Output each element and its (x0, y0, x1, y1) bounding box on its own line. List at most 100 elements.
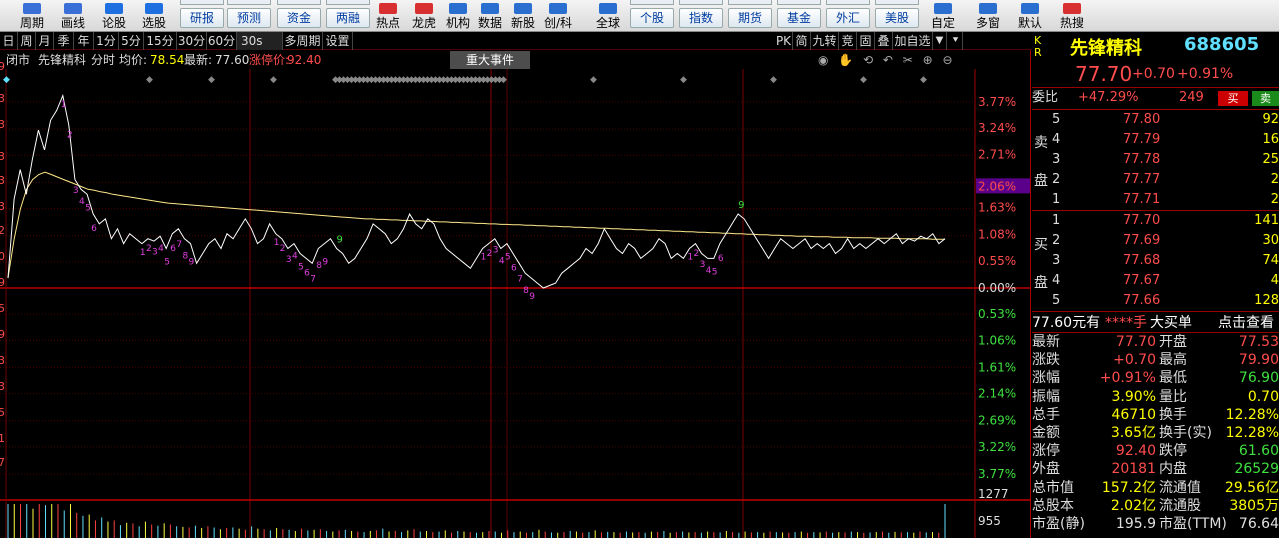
big-order-row[interactable]: 77.60元有 ****手 大买单 点击查看 (1032, 313, 1279, 333)
period-6[interactable]: 5分 (119, 32, 144, 50)
toolbar-label: 自定 (930, 16, 955, 30)
toolbar-btn-globe[interactable]: 全球 (590, 0, 626, 32)
toolbar-btn-star-board[interactable]: 创/科 (540, 0, 576, 32)
td-count-label: 6 (718, 254, 724, 264)
stat-value: 12.28% (1225, 425, 1279, 441)
chart-option-3[interactable]: 竞 (839, 32, 857, 50)
stat-label: 最高 (1159, 352, 1187, 369)
order-book-row[interactable]: 2 77.69 30 (1032, 231, 1279, 251)
toolbar-btn-select-stock[interactable]: 选股 (136, 0, 172, 32)
stat-label: 振幅 (1032, 388, 1060, 405)
period-9[interactable]: 60分 (207, 32, 237, 50)
order-book-row[interactable]: 3 77.68 74 (1032, 251, 1279, 271)
chart-option-6[interactable]: 加自选 (893, 32, 933, 50)
stat-label: 量比 (1159, 388, 1187, 405)
intraday-chart[interactable]: 3.77% 3.24% 2.71% 2.06% 1.63% 1.08% 0.55% 0.00%… (0, 32, 1031, 538)
period-1[interactable]: 周 (18, 32, 36, 50)
intraday-chart-panel[interactable]: 3.77% 3.24% 2.71% 2.06% 1.63% 1.08% 0.55% 0.00%… (0, 32, 1031, 538)
axis-label-down: 1.06% (978, 333, 1016, 347)
period-0[interactable]: 日 (0, 32, 18, 50)
toolbar-btn-new-stock[interactable]: 新股 (505, 0, 541, 32)
order-book-row[interactable]: 5 77.80 92 (1032, 110, 1279, 130)
order-level: 5 (1052, 112, 1061, 127)
toolbar-btn-pen[interactable]: 画线 (55, 0, 91, 32)
chart-option-0[interactable]: PK (775, 32, 793, 50)
toolbar-btn-hot-search[interactable]: 热搜 (1054, 0, 1090, 32)
toolbar-btn-cycle[interactable]: 周期 (14, 0, 50, 32)
period-11[interactable]: 多周期 (283, 32, 323, 50)
stat-value: 3805万 (1229, 497, 1279, 514)
toolbar-btn-chat[interactable]: 论股 (96, 0, 132, 32)
toolbar-btn-multi-window[interactable]: 多窗 (970, 0, 1006, 32)
chart-option-2[interactable]: 九转 (811, 32, 839, 50)
chart-option-4[interactable]: 固 (857, 32, 875, 50)
big-order-link[interactable]: 点击查看 (1218, 313, 1274, 333)
period-8[interactable]: 30分 (177, 32, 207, 50)
volume-tick: 1277 (978, 487, 1009, 501)
axis-label-down: 1.61% (978, 360, 1016, 374)
order-book-row[interactable]: 5 77.66 128 (1032, 291, 1279, 311)
toolbar-button[interactable]: 研报 (180, 8, 224, 28)
order-book-row[interactable]: 2 77.77 2 (1032, 170, 1279, 190)
toolbar-btn-institution[interactable]: 机构 (440, 0, 476, 32)
collapse-icon[interactable]: ⯆ (949, 32, 963, 50)
stat-value: +0.91% (1099, 370, 1156, 387)
toolbar-button[interactable]: 预测 (227, 8, 271, 28)
order-level: 3 (1052, 253, 1061, 268)
market-button[interactable]: 指数 (679, 8, 723, 28)
period-4[interactable]: 年 (74, 32, 94, 50)
order-volume: 92 (1262, 112, 1279, 127)
market-button[interactable]: 外汇 (826, 8, 870, 28)
td-count-label: 9 (529, 292, 535, 302)
order-book-row[interactable]: 3 77.78 25 (1032, 150, 1279, 170)
toolbar-label: 多窗 (975, 16, 1000, 30)
axis-label-zero: 0.00% (978, 281, 1016, 295)
major-events-button[interactable]: 重大事件 (450, 51, 530, 69)
market-button[interactable]: 基金 (777, 8, 821, 28)
order-book-row[interactable]: 4 77.67 4 (1032, 271, 1279, 291)
period-5[interactable]: 1分 (94, 32, 119, 50)
order-book-row[interactable]: 4 77.79 16 (1032, 130, 1279, 150)
order-book-row[interactable]: 1 77.71 2 (1032, 190, 1279, 210)
event-marker: ◆ (920, 75, 927, 85)
order-book-row[interactable]: 1 77.70 141 (1032, 211, 1279, 231)
market-button[interactable]: 美股 (875, 8, 919, 28)
order-level: 1 (1052, 213, 1061, 228)
toolbar-top-strip (777, 0, 821, 5)
chart-tools[interactable]: ◉ ✋ ⟲ ↶ ✂ ⊕ ⊖ (818, 51, 956, 69)
stat-value: 29.56亿 (1224, 479, 1279, 496)
buy-button[interactable]: 买 (1218, 91, 1248, 106)
chart-option-1[interactable]: 简 (793, 32, 811, 50)
toolbar-btn-hot[interactable]: 热点 (370, 0, 406, 32)
toolbar-btn-default[interactable]: 默认 (1012, 0, 1048, 32)
period-3[interactable]: 季 (54, 32, 74, 50)
toolbar-btn-custom[interactable]: 自定 (925, 0, 961, 32)
data-icon (479, 0, 501, 14)
cycle-icon-glyph (23, 3, 41, 14)
period-7[interactable]: 15分 (144, 32, 177, 50)
stat-value: 77.70 (1115, 334, 1156, 350)
period-12[interactable]: 设置 (323, 32, 353, 50)
toolbar-label: 周期 (19, 16, 44, 30)
toolbar-button[interactable]: 两融 (326, 8, 370, 28)
toolbar-label: 论股 (101, 16, 126, 30)
left-stub-label: 9 (0, 328, 5, 341)
period-10[interactable]: 30s (237, 32, 283, 50)
left-stub-label: 1 (0, 432, 5, 445)
avg-value: 78.54 (150, 53, 185, 67)
start-marker: ◆ (3, 75, 10, 85)
dropdown-icon[interactable]: ▼ (933, 32, 947, 50)
stat-value: 0.70 (1247, 388, 1279, 405)
period-2[interactable]: 月 (36, 32, 54, 50)
stat-row: 涨幅 +0.91% 最低 76.90 (1032, 369, 1279, 387)
hot-search-icon-glyph (1063, 3, 1081, 14)
sell-button[interactable]: 卖 (1252, 91, 1279, 106)
toolbar-btn-data[interactable]: 数据 (472, 0, 508, 32)
chart-option-5[interactable]: 叠 (875, 32, 893, 50)
stat-row: 外盘 20181 内盘 26529 (1032, 460, 1279, 478)
market-button[interactable]: 期货 (728, 8, 772, 28)
toolbar-label: 龙虎 (411, 16, 436, 30)
toolbar-button[interactable]: 资金 (277, 8, 321, 28)
market-button[interactable]: 个股 (630, 8, 674, 28)
toolbar-btn-dragon-tiger[interactable]: 龙虎 (406, 0, 442, 32)
